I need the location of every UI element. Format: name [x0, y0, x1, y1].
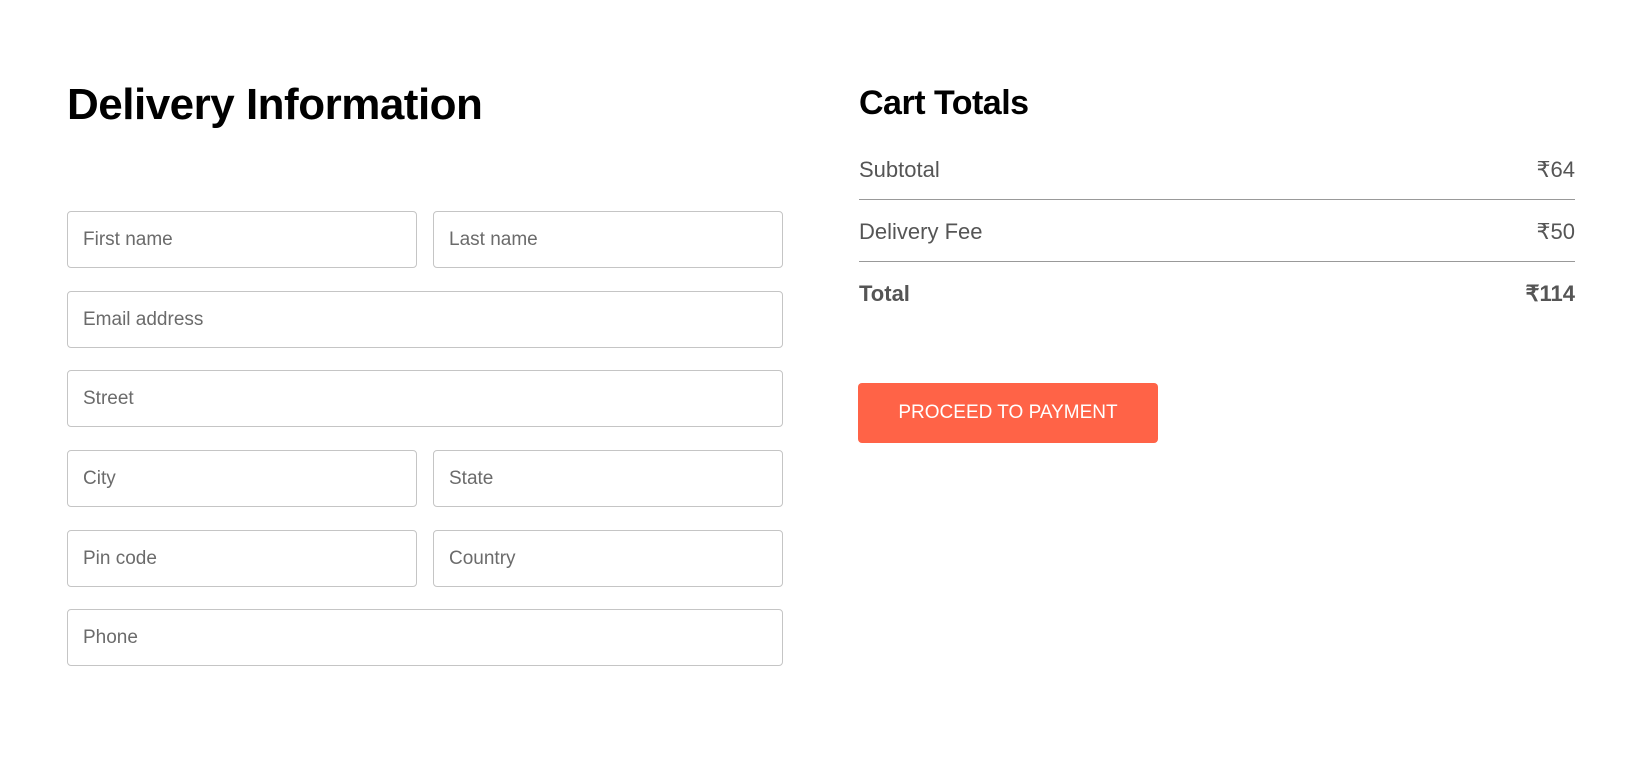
country-input[interactable]: [433, 530, 783, 587]
delivery-fee-value: ₹50: [1536, 219, 1575, 244]
divider: [859, 199, 1575, 200]
divider: [859, 261, 1575, 262]
subtotal-label: Subtotal: [859, 157, 940, 182]
total-label: Total: [859, 281, 910, 306]
cart-totals-title: Cart Totals: [859, 84, 1029, 122]
city-input[interactable]: [67, 450, 417, 507]
phone-input[interactable]: [67, 609, 783, 666]
delivery-title: Delivery Information: [67, 80, 483, 129]
street-input[interactable]: [67, 370, 783, 427]
pin-code-input[interactable]: [67, 530, 417, 587]
last-name-input[interactable]: [433, 211, 783, 268]
subtotal-row: Subtotal ₹64: [859, 157, 1575, 183]
subtotal-value: ₹64: [1536, 157, 1575, 182]
total-row: Total ₹114: [859, 281, 1575, 307]
proceed-to-payment-button[interactable]: PROCEED TO PAYMENT: [858, 383, 1158, 443]
delivery-fee-label: Delivery Fee: [859, 219, 983, 244]
delivery-fee-row: Delivery Fee ₹50: [859, 219, 1575, 245]
email-input[interactable]: [67, 291, 783, 348]
total-value: ₹114: [1525, 281, 1576, 306]
first-name-input[interactable]: [67, 211, 417, 268]
state-input[interactable]: [433, 450, 783, 507]
